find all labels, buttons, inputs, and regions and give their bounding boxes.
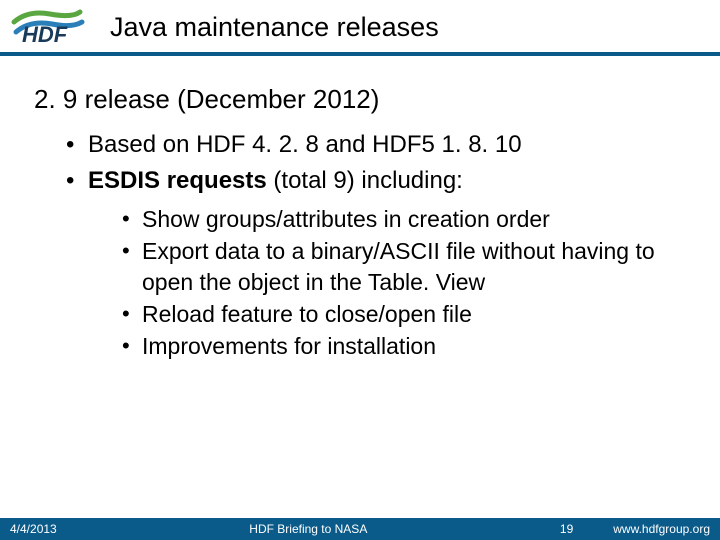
hdf-logo: HDF [10, 8, 90, 46]
bullet-text: Export data to a binary/ASCII file witho… [142, 238, 655, 294]
bullet-text: Reload feature to close/open file [142, 301, 472, 327]
bullet-text: Show groups/attributes in creation order [142, 206, 550, 232]
slide-title: Java maintenance releases [110, 12, 710, 43]
bullet-text: Based on HDF 4. 2. 8 and HDF5 1. 8. 10 [88, 131, 522, 158]
footer-page: 19 [560, 522, 573, 536]
bullet-bold: ESDIS requests [88, 167, 267, 194]
list-item: Show groups/attributes in creation order [122, 204, 686, 234]
bullet-list-lvl2: Show groups/attributes in creation order… [88, 204, 686, 362]
slide-body: 2. 9 release (December 2012) Based on HD… [0, 56, 720, 540]
bullet-text: Improvements for installation [142, 333, 436, 359]
footer-bar: 4/4/2013 HDF Briefing to NASA 19 www.hdf… [0, 518, 720, 540]
header: HDF Java maintenance releases [0, 0, 720, 52]
list-item: Based on HDF 4. 2. 8 and HDF5 1. 8. 10 [66, 129, 686, 161]
list-item: Export data to a binary/ASCII file witho… [122, 236, 686, 297]
svg-text:HDF: HDF [22, 22, 68, 46]
bullet-text: (total 9) including: [267, 167, 463, 194]
section-heading: 2. 9 release (December 2012) [34, 84, 686, 115]
slide: HDF Java maintenance releases 2. 9 relea… [0, 0, 720, 540]
list-item: Reload feature to close/open file [122, 299, 686, 329]
list-item: Improvements for installation [122, 331, 686, 361]
footer-date: 4/4/2013 [10, 522, 57, 536]
footer-center: HDF Briefing to NASA [57, 522, 560, 536]
footer-url: www.hdfgroup.org [613, 522, 710, 536]
list-item: ESDIS requests (total 9) including: Show… [66, 165, 686, 361]
bullet-list-lvl1: Based on HDF 4. 2. 8 and HDF5 1. 8. 10 E… [34, 129, 686, 362]
